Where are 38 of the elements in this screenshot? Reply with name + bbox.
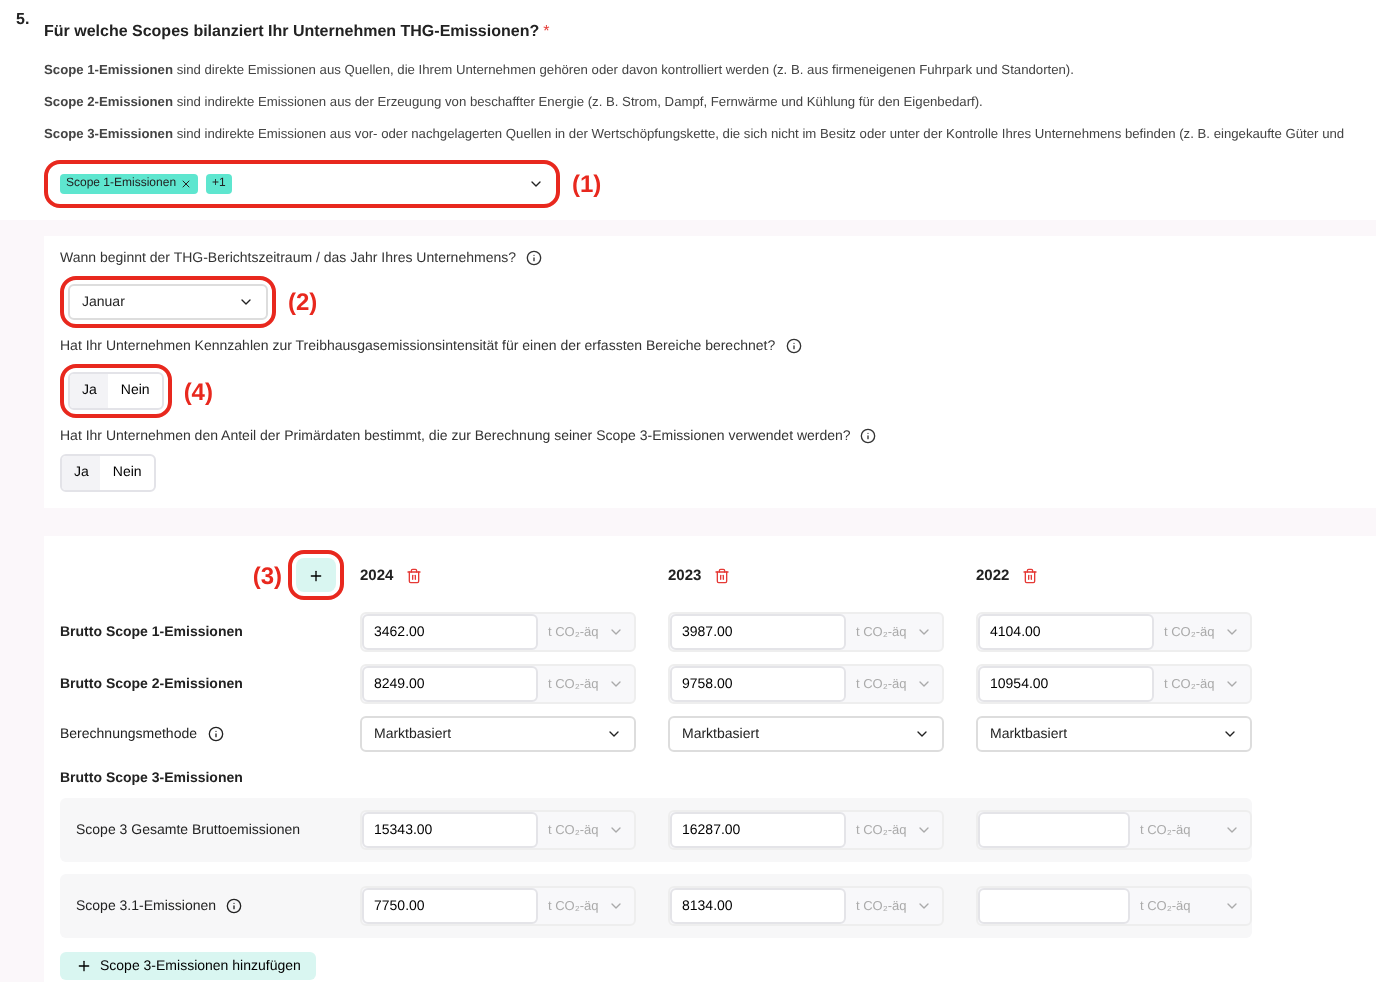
- chevron-down-icon: [916, 822, 932, 838]
- annotation-label: (2): [288, 288, 318, 316]
- number-input[interactable]: [978, 888, 1130, 924]
- info-icon[interactable]: [207, 726, 223, 742]
- chevron-down-icon: [916, 676, 932, 692]
- number-input[interactable]: [978, 812, 1130, 848]
- chevron-down-icon: [608, 624, 624, 640]
- chevron-down-icon: [916, 898, 932, 914]
- chevron-down-icon: [528, 176, 544, 192]
- info-icon[interactable]: [785, 338, 802, 354]
- chevron-down-icon: [1224, 822, 1240, 838]
- chevron-down-icon: [1224, 676, 1240, 692]
- annotation-label: (3): [252, 561, 282, 589]
- info-icon[interactable]: [860, 428, 877, 444]
- delete-icon[interactable]: [405, 567, 422, 583]
- add-year-button[interactable]: [296, 558, 336, 592]
- close-icon[interactable]: [180, 178, 193, 190]
- delete-icon[interactable]: [1021, 567, 1038, 583]
- chevron-down-icon: [606, 726, 622, 742]
- question-number: 5.: [16, 10, 32, 32]
- chevron-down-icon: [238, 294, 254, 310]
- chevron-down-icon: [914, 726, 930, 742]
- plus-icon: [308, 567, 324, 583]
- required-mark: *: [543, 22, 550, 40]
- annotation-label: (1): [572, 170, 602, 198]
- chevron-down-icon: [608, 676, 624, 692]
- plus-icon: [76, 958, 92, 974]
- info-icon[interactable]: [226, 898, 243, 914]
- delete-icon[interactable]: [713, 567, 730, 583]
- chevron-down-icon: [1224, 624, 1240, 640]
- annotation-label: (4): [183, 377, 213, 405]
- info-icon[interactable]: [526, 250, 542, 266]
- chevron-down-icon: [608, 898, 624, 914]
- chevron-down-icon: [1224, 898, 1240, 914]
- chevron-down-icon: [608, 822, 624, 838]
- question-title: Für welche Scopes bilanziert Ihr Unternehmen THG-Emissionen?: [44, 22, 540, 40]
- chevron-down-icon: [916, 624, 932, 640]
- chevron-down-icon: [1222, 726, 1238, 742]
